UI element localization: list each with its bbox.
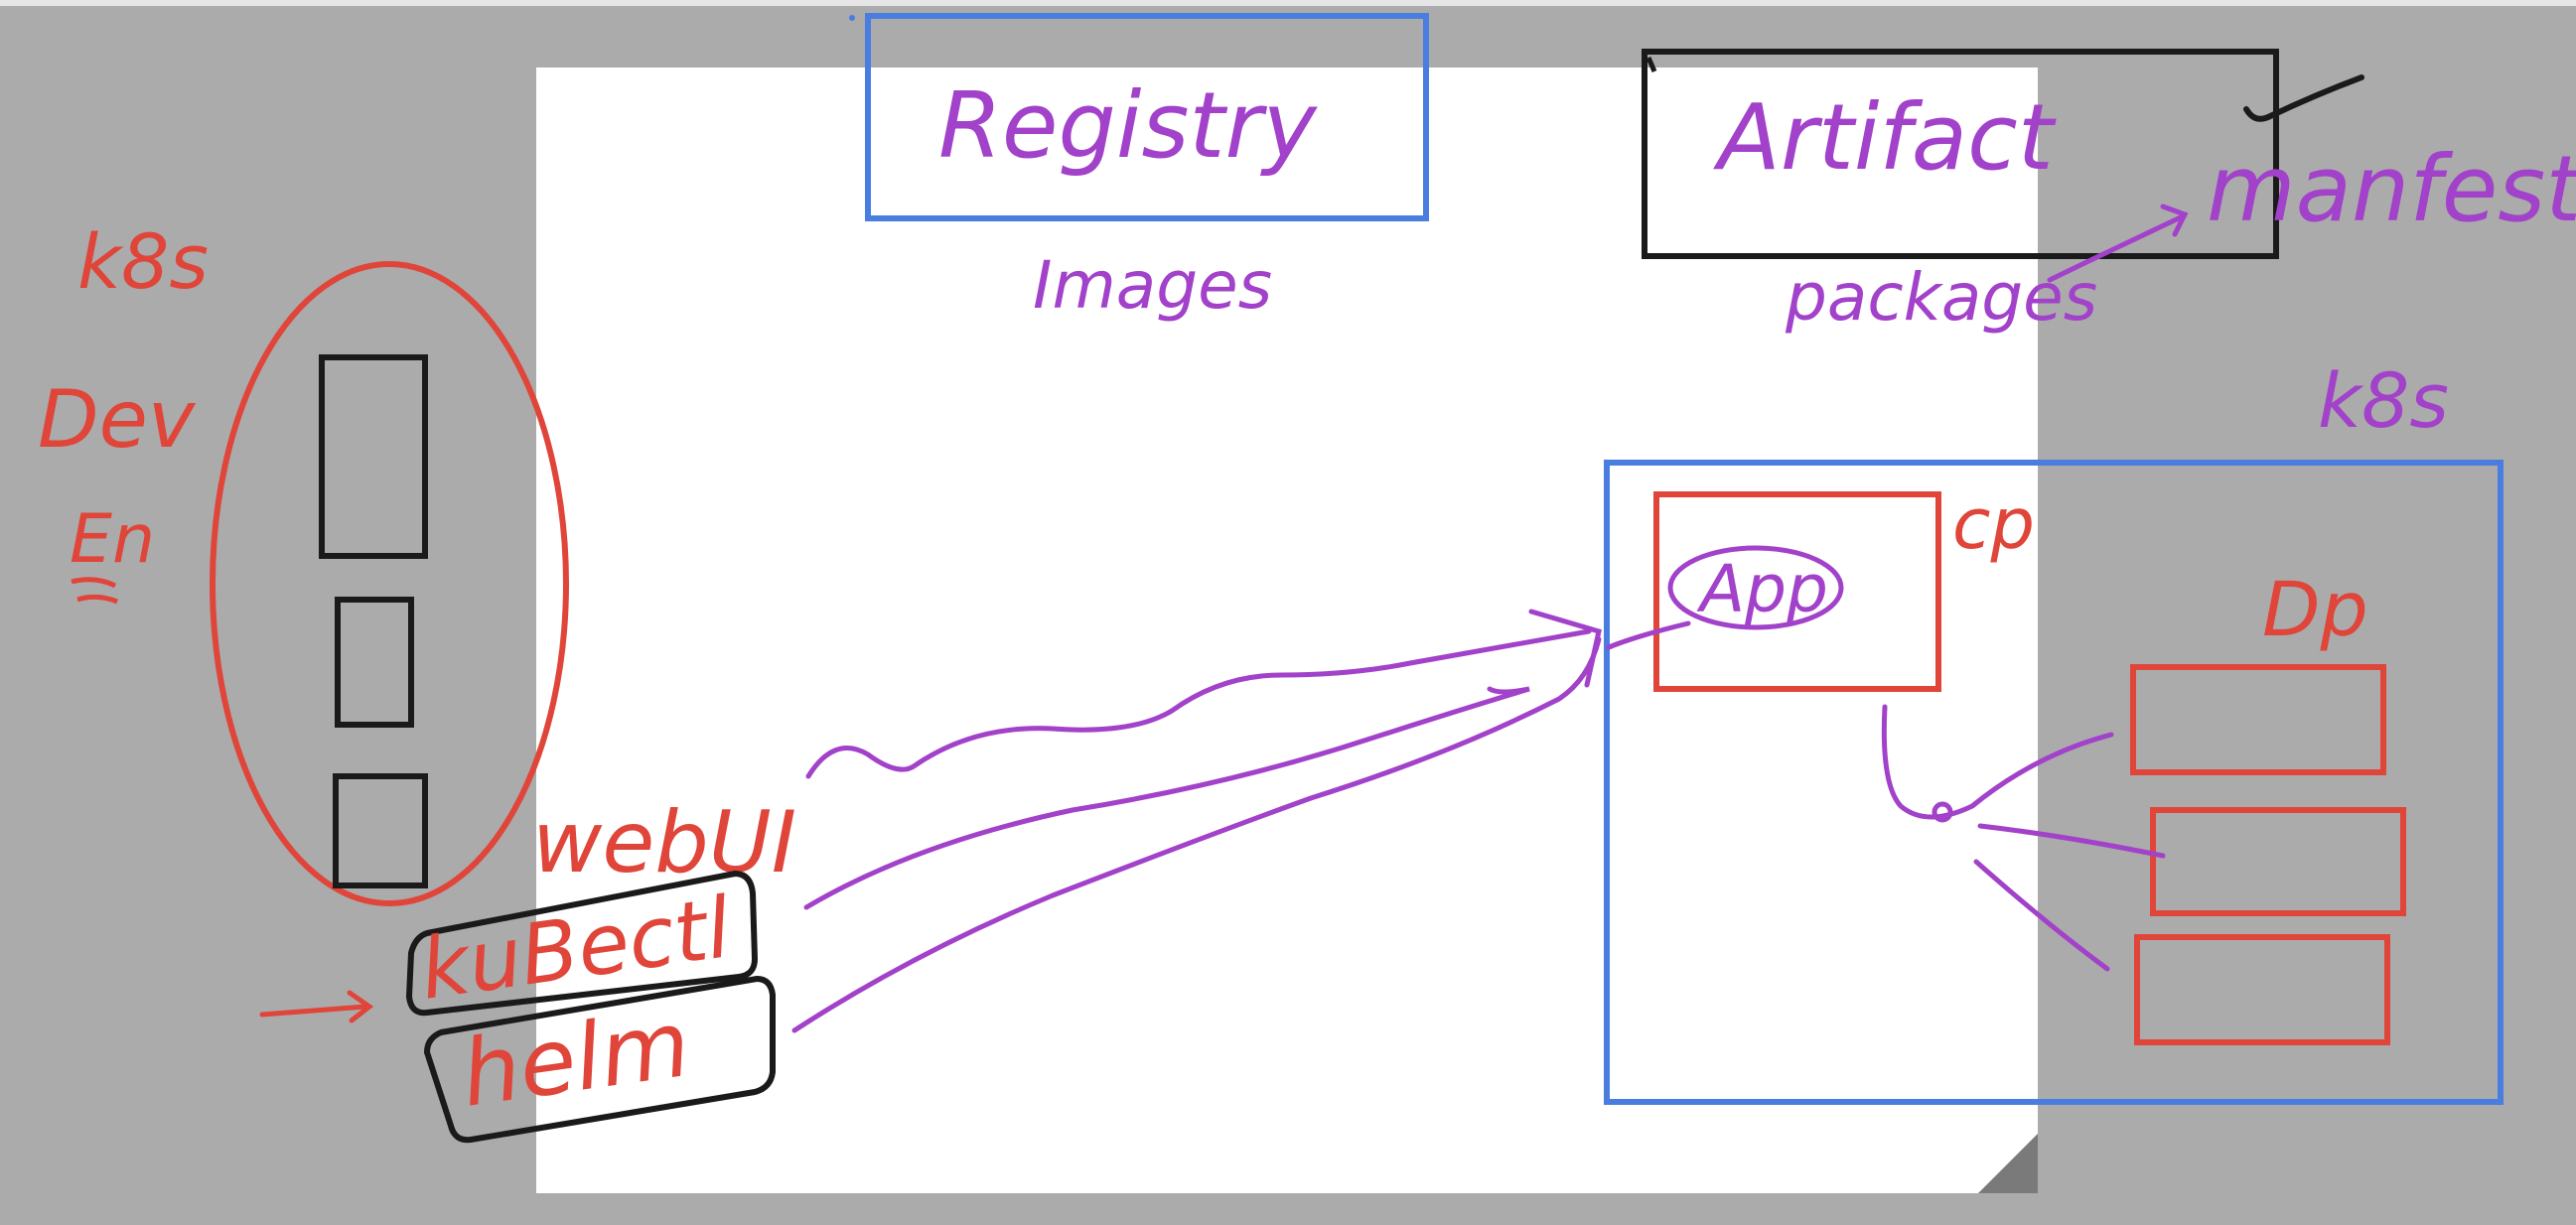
k8s-right-label: k8s — [2318, 356, 2449, 445]
env-label: En — [70, 500, 155, 579]
whiteboard-canvas[interactable]: Registry Images Artifact packages manfes… — [0, 0, 2576, 1225]
packages-to-manifest-arrow — [2047, 213, 2186, 283]
dp-label: Dp — [2262, 565, 2368, 653]
registry-label: Registry — [938, 72, 1318, 179]
webui-label: webUI — [532, 793, 796, 892]
dev-label: Dev — [38, 373, 197, 466]
dev-node-box-2 — [335, 597, 414, 728]
packages-label: packages — [1785, 259, 2097, 336]
app-label: App — [1696, 551, 1828, 627]
dev-node-box-1 — [319, 354, 428, 559]
manifest-label: manfest — [2207, 136, 2576, 242]
env-underline — [71, 577, 118, 605]
artifact-label: Artifact — [1713, 84, 2057, 191]
k8s-left-label: k8s — [77, 217, 209, 306]
registry-box-dot — [849, 15, 855, 21]
dev-node-box-3 — [333, 773, 428, 888]
data-plane-node-3 — [2134, 934, 2390, 1045]
cp-label: cp — [1952, 483, 2035, 565]
top-edge — [0, 0, 2576, 6]
tools-arrow — [259, 1004, 368, 1018]
data-plane-node-2 — [2150, 807, 2406, 916]
images-label: Images — [1033, 247, 1272, 324]
page-sheet — [536, 68, 2038, 1193]
artifact-check-mark — [2243, 74, 2364, 122]
data-plane-node-1 — [2130, 664, 2386, 775]
